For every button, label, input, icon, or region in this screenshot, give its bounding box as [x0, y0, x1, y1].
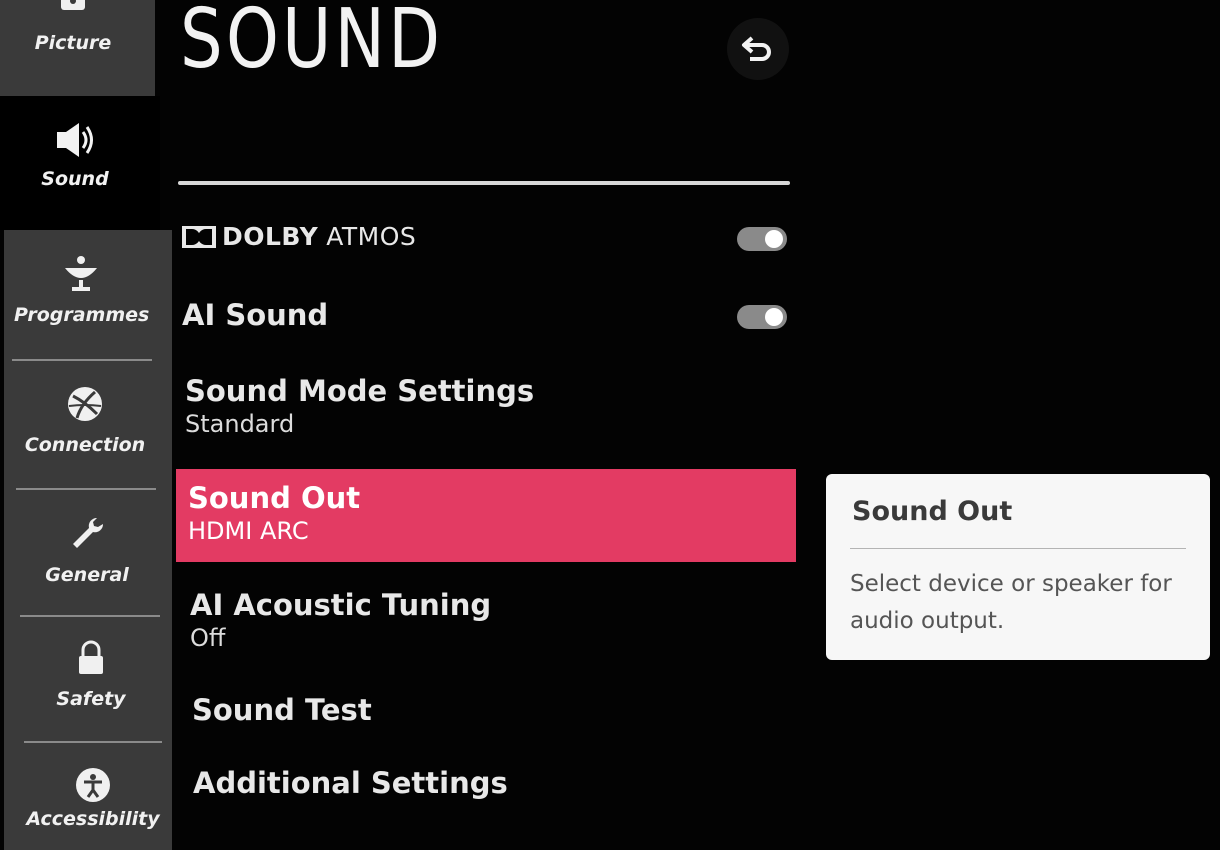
sidebar-divider — [12, 359, 152, 361]
sound-mode-label: Sound Mode Settings — [185, 374, 535, 408]
sidebar-item-label: Sound — [41, 168, 109, 190]
sidebar-divider — [20, 615, 160, 617]
sidebar-item-accessibility[interactable]: Accessibility — [26, 766, 160, 830]
accessibility-icon — [76, 768, 110, 802]
dolby-product: ATMOS — [326, 222, 417, 251]
info-title: Sound Out — [852, 496, 1013, 527]
sound-out-item[interactable]: Sound Out HDMI ARC — [176, 469, 796, 562]
sidebar-divider — [24, 741, 162, 743]
sidebar-item-label: Accessibility — [26, 808, 160, 830]
sound-out-label: Sound Out — [188, 481, 361, 515]
satellite-dish-icon — [65, 256, 97, 291]
ai-sound-item[interactable]: AI Sound — [182, 298, 328, 332]
additional-settings-item[interactable]: Additional Settings — [193, 766, 508, 800]
sidebar-item-programmes[interactable]: Programmes — [14, 254, 150, 326]
ai-acoustic-label: AI Acoustic Tuning — [190, 588, 492, 622]
wrench-icon — [73, 517, 104, 548]
toggle-knob — [765, 308, 783, 326]
sound-mode-value: Standard — [185, 410, 295, 438]
sidebar-item-sound[interactable]: Sound — [20, 120, 130, 190]
lock-icon — [79, 640, 103, 674]
info-description: Select device or speaker for audio outpu… — [850, 571, 1172, 634]
ai-sound-toggle[interactable] — [737, 305, 787, 329]
sound-mode-settings-item[interactable]: Sound Mode Settings Standard — [185, 374, 534, 438]
info-divider — [850, 548, 1186, 549]
dolby-logo-icon — [182, 225, 216, 248]
toggle-knob — [765, 230, 783, 248]
globe-icon — [68, 387, 102, 421]
sidebar-item-label: Safety — [56, 688, 126, 710]
picture-icon — [61, 0, 85, 10]
page-title: SOUND — [180, 0, 444, 87]
sidebar-item-safety[interactable]: Safety — [24, 638, 158, 710]
sidebar-item-picture[interactable]: Picture — [18, 0, 128, 54]
additional-settings-label: Additional Settings — [193, 766, 508, 800]
ai-sound-label: AI Sound — [182, 298, 329, 332]
sidebar-item-label: Connection — [24, 434, 146, 456]
sound-test-item[interactable]: Sound Test — [192, 693, 372, 727]
speaker-icon — [57, 123, 93, 157]
sidebar-item-label: Picture — [34, 32, 112, 54]
sidebar-item-general[interactable]: General — [20, 514, 154, 586]
dolby-atmos-toggle[interactable] — [737, 227, 787, 251]
dolby-atmos-item[interactable]: DOLBY ATMOS — [182, 222, 416, 251]
back-arrow-icon — [742, 36, 771, 61]
ai-acoustic-value: Off — [190, 624, 226, 652]
sidebar-item-connection[interactable]: Connection — [18, 384, 152, 456]
info-panel: Sound Out Select device or speaker for a… — [826, 474, 1210, 660]
sidebar-item-label: General — [45, 564, 129, 586]
sidebar: Picture Sound Programmes Connection Gene… — [0, 0, 175, 850]
back-button[interactable] — [727, 18, 789, 80]
sound-out-value: HDMI ARC — [188, 517, 309, 545]
ai-acoustic-tuning-item[interactable]: AI Acoustic Tuning Off — [190, 588, 491, 652]
dolby-brand: DOLBY — [222, 222, 319, 251]
header-divider — [178, 181, 790, 185]
sidebar-divider — [16, 488, 156, 490]
sidebar-item-label: Programmes — [14, 304, 150, 326]
sound-test-label: Sound Test — [192, 693, 372, 727]
